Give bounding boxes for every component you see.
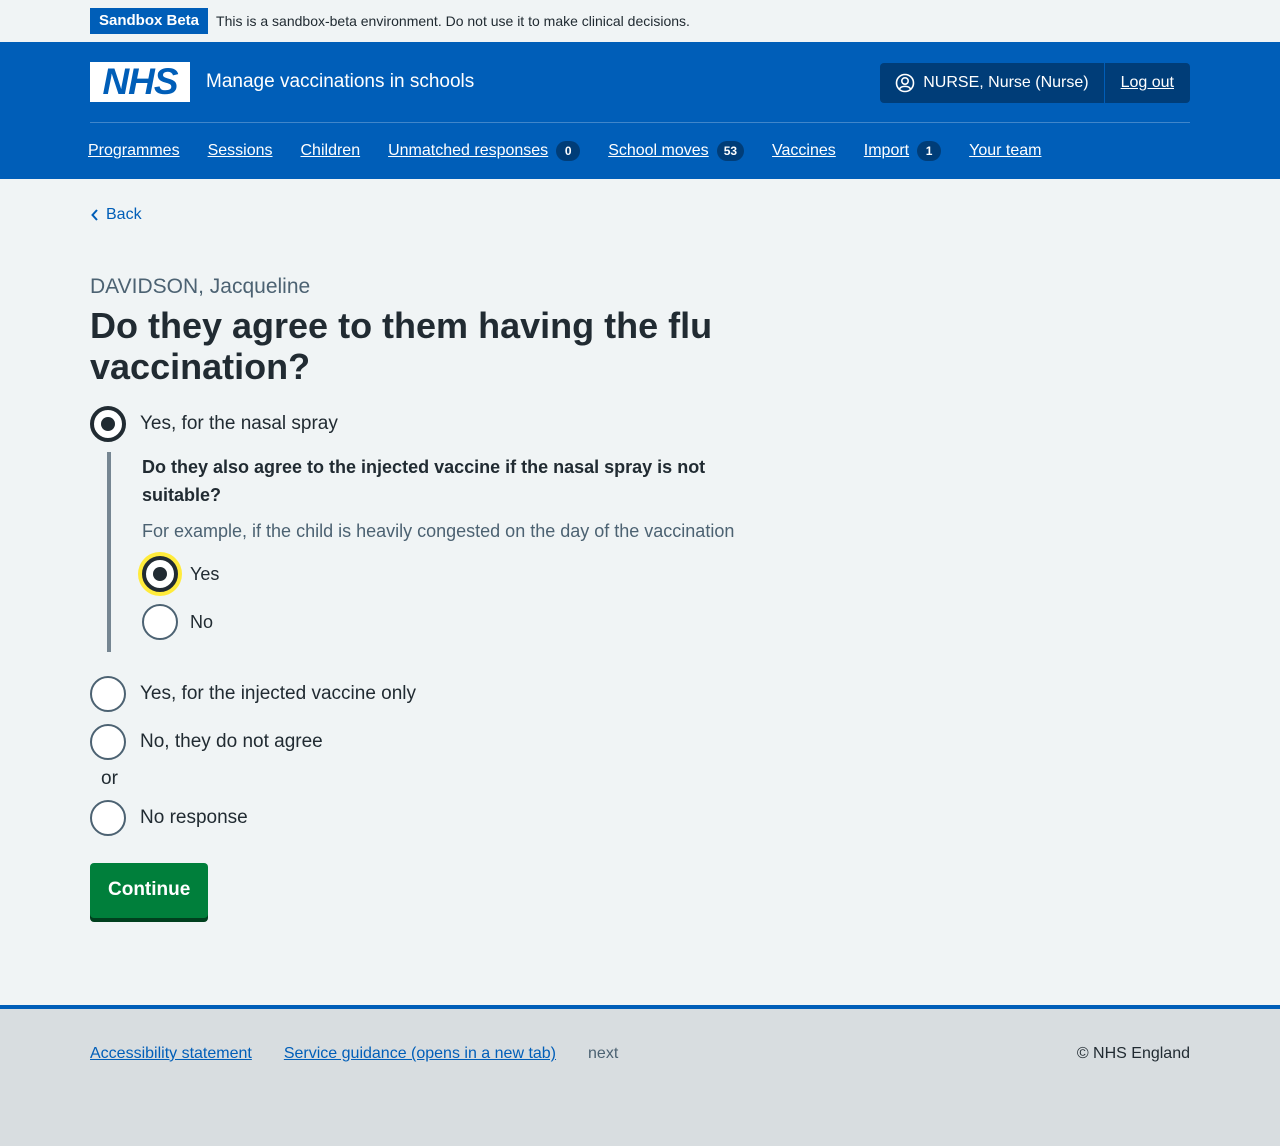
site-footer: Accessibility statement Service guidance…	[0, 1005, 1280, 1146]
radio-label[interactable]: No, they do not agree	[140, 731, 323, 753]
nav-label: Vaccines	[772, 142, 836, 159]
main-content: Back DAVIDSON, Jacqueline Do they agree …	[90, 206, 1190, 918]
service-name[interactable]: Manage vaccinations in schools	[206, 71, 474, 93]
sandbox-message: This is a sandbox-beta environment. Do n…	[216, 13, 690, 29]
version-label: next	[588, 1045, 619, 1062]
nav-your-team[interactable]: Your team	[969, 142, 1041, 160]
nav-vaccines[interactable]: Vaccines	[772, 142, 836, 160]
page-title: Do they agree to them having the flu vac…	[90, 305, 713, 387]
nav-sessions[interactable]: Sessions	[208, 142, 273, 160]
radio-label[interactable]: Yes, for the injected vaccine only	[140, 683, 416, 705]
account-user: NURSE, Nurse (Nurse)	[880, 63, 1105, 103]
primary-navigation: Programmes Sessions Children Unmatched r…	[88, 123, 1190, 179]
sandbox-banner: Sandbox Beta This is a sandbox-beta envi…	[0, 0, 1280, 42]
nav-import[interactable]: Import 1	[863, 141, 942, 161]
count-badge: 1	[917, 141, 942, 161]
account-menu: NURSE, Nurse (Nurse) Log out	[880, 63, 1190, 103]
nav-children[interactable]: Children	[301, 142, 361, 160]
nav-label: Children	[300, 142, 361, 159]
radio-input-checked[interactable]	[90, 406, 126, 442]
conditional-hint: For example, if the child is heavily con…	[142, 521, 735, 541]
continue-button[interactable]: Continue	[90, 863, 209, 918]
nhs-logo[interactable]: NHS	[90, 62, 190, 102]
conditional-question: Do they also agree to the injected vacci…	[142, 457, 706, 505]
radio-do-not-agree[interactable]: No, they do not agree	[90, 722, 1190, 762]
nav-unmatched-responses[interactable]: Unmatched responses 0	[388, 141, 581, 161]
radio-input[interactable]	[90, 724, 126, 760]
site-header: NHS Manage vaccinations in schools NURSE…	[0, 42, 1280, 179]
radio-alt-yes[interactable]: Yes	[142, 554, 1190, 594]
conditional-injected-alternative: Do they also agree to the injected vacci…	[107, 452, 1190, 652]
copyright: © NHS England	[1076, 1045, 1190, 1062]
nav-label: School moves	[608, 142, 709, 159]
radio-input[interactable]	[90, 676, 126, 712]
nav-label: Import	[863, 142, 910, 159]
count-badge: 53	[716, 141, 745, 161]
nav-label: Programmes	[88, 142, 180, 159]
nav-label: Your team	[969, 142, 1042, 159]
user-icon	[895, 73, 915, 93]
nav-label: Unmatched responses	[388, 142, 549, 159]
nav-school-moves[interactable]: School moves 53	[608, 141, 745, 161]
brand[interactable]: NHS Manage vaccinations in schools	[90, 62, 474, 102]
accessibility-statement-link[interactable]: Accessibility statement	[90, 1045, 252, 1063]
account-user-name: NURSE, Nurse (Nurse)	[923, 74, 1089, 91]
nav-programmes[interactable]: Programmes	[88, 142, 180, 160]
service-guidance-link[interactable]: Service guidance (opens in a new tab)	[284, 1045, 556, 1063]
logout-link[interactable]: Log out	[1105, 63, 1190, 103]
radio-divider: or	[101, 768, 118, 789]
radio-label[interactable]: Yes, for the nasal spray	[140, 413, 338, 435]
consent-radio-group: Yes, for the nasal spray Do they also ag…	[90, 404, 1190, 838]
patient-name-caption: DAVIDSON, Jacqueline	[90, 275, 311, 298]
radio-label[interactable]: No response	[140, 807, 248, 829]
count-badge: 0	[556, 141, 581, 161]
chevron-left-icon	[91, 209, 98, 221]
radio-alt-no[interactable]: No	[142, 602, 1190, 642]
footer-links: Accessibility statement Service guidance…	[90, 1045, 618, 1063]
sandbox-tag: Sandbox Beta	[90, 8, 209, 34]
nhs-logo-text: NHS	[102, 61, 178, 102]
back-label: Back	[106, 206, 142, 223]
radio-nasal-spray[interactable]: Yes, for the nasal spray	[90, 404, 1190, 444]
radio-label[interactable]: No	[190, 612, 213, 633]
radio-input[interactable]	[142, 604, 178, 640]
radio-input-checked[interactable]	[142, 556, 178, 592]
radio-input[interactable]	[90, 800, 126, 836]
radio-injected-only[interactable]: Yes, for the injected vaccine only	[90, 674, 1190, 714]
radio-no-response[interactable]: No response	[90, 798, 1190, 838]
back-link[interactable]: Back	[90, 206, 1190, 224]
radio-label[interactable]: Yes	[190, 564, 219, 585]
nav-label: Sessions	[207, 142, 273, 159]
